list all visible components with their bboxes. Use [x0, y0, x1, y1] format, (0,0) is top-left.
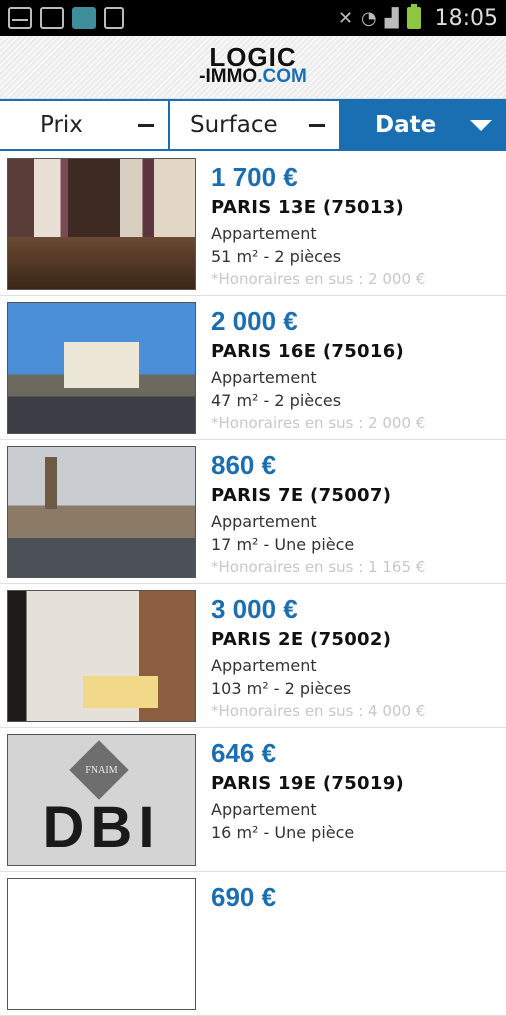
wifi-icon: ◔	[361, 7, 377, 29]
listing-item[interactable]: FNAIM DBI 646 € PARIS 19E (75019) Appart…	[0, 728, 506, 872]
clock: 18:05	[434, 5, 498, 31]
listing-price: 860 €	[211, 450, 277, 480]
listing-item[interactable]: 1 700 € PARIS 13E (75013) Appartement 51…	[0, 152, 506, 296]
listing-item[interactable]: 3 000 € PARIS 2E (75002) Appartement 103…	[0, 584, 506, 728]
listing-price: 690 €	[211, 882, 277, 912]
gallery-icon	[40, 7, 64, 29]
listing-type: Appartement	[211, 224, 317, 243]
listing-city: PARIS 13E (75013)	[211, 197, 405, 218]
listing-fees: *Honoraires en sus : 2 000 €	[211, 270, 426, 288]
sort-neutral-icon	[309, 123, 325, 127]
gmail-icon	[8, 7, 32, 29]
listing-item[interactable]: 860 € PARIS 7E (75007) Appartement 17 m²…	[0, 440, 506, 584]
app-notification-icon	[72, 7, 96, 29]
logic-immo-logo: LOGIC -IMMO.COM	[199, 42, 307, 87]
listing-dimensions: 16 m² - Une pièce	[211, 823, 355, 842]
listing-fees: *Honoraires en sus : 2 000 €	[211, 414, 426, 432]
listing-city: PARIS 7E (75007)	[211, 485, 392, 506]
sort-descending-icon	[470, 119, 492, 131]
listing-type: Appartement	[211, 512, 317, 531]
listing-photo	[7, 446, 196, 578]
sort-tab-prix[interactable]: Prix	[0, 101, 168, 149]
listing-photo	[7, 158, 196, 290]
listing-price: 646 €	[211, 738, 277, 768]
sort-tab-date[interactable]: Date	[339, 101, 506, 149]
sort-neutral-icon	[138, 123, 154, 127]
listing-fees: *Honoraires en sus : 1 165 €	[211, 558, 426, 576]
signal-icon: ▟	[384, 7, 399, 29]
listing-dimensions: 103 m² - 2 pièces	[211, 679, 352, 698]
listing-city: PARIS 19E (75019)	[211, 773, 405, 794]
listing-photo	[7, 302, 196, 434]
listing-city: PARIS 2E (75002)	[211, 629, 392, 650]
agency-logo: FNAIM DBI	[7, 734, 196, 866]
listing-city: PARIS 16E (75016)	[211, 341, 405, 362]
listing-fees: *Honoraires en sus : 4 000 €	[211, 702, 426, 720]
listing-dimensions: 17 m² - Une pièce	[211, 535, 355, 554]
sort-bar: Prix Surface Date	[0, 99, 506, 151]
listing-type: Appartement	[211, 368, 317, 387]
listing-photo	[7, 590, 196, 722]
mute-icon: ✕	[337, 7, 354, 29]
listing-list: 1 700 € PARIS 13E (75013) Appartement 51…	[0, 152, 506, 1016]
listing-item[interactable]: 2 000 € PARIS 16E (75016) Appartement 47…	[0, 296, 506, 440]
listing-item[interactable]: 690 €	[0, 872, 506, 1016]
listing-type: Appartement	[211, 656, 317, 675]
listing-price: 2 000 €	[211, 306, 298, 336]
sort-tab-surface[interactable]: Surface	[168, 101, 339, 149]
status-bar: ✕ ◔ ▟ 18:05	[0, 0, 506, 36]
listing-price: 1 700 €	[211, 162, 298, 192]
app-header: LOGIC -IMMO.COM	[0, 36, 506, 99]
sd-card-icon	[104, 7, 124, 29]
battery-icon	[406, 4, 421, 29]
listing-photo	[7, 878, 196, 1010]
listing-dimensions: 51 m² - 2 pièces	[211, 247, 342, 266]
listing-type: Appartement	[211, 800, 317, 819]
listing-price: 3 000 €	[211, 594, 298, 624]
listing-dimensions: 47 m² - 2 pièces	[211, 391, 342, 410]
